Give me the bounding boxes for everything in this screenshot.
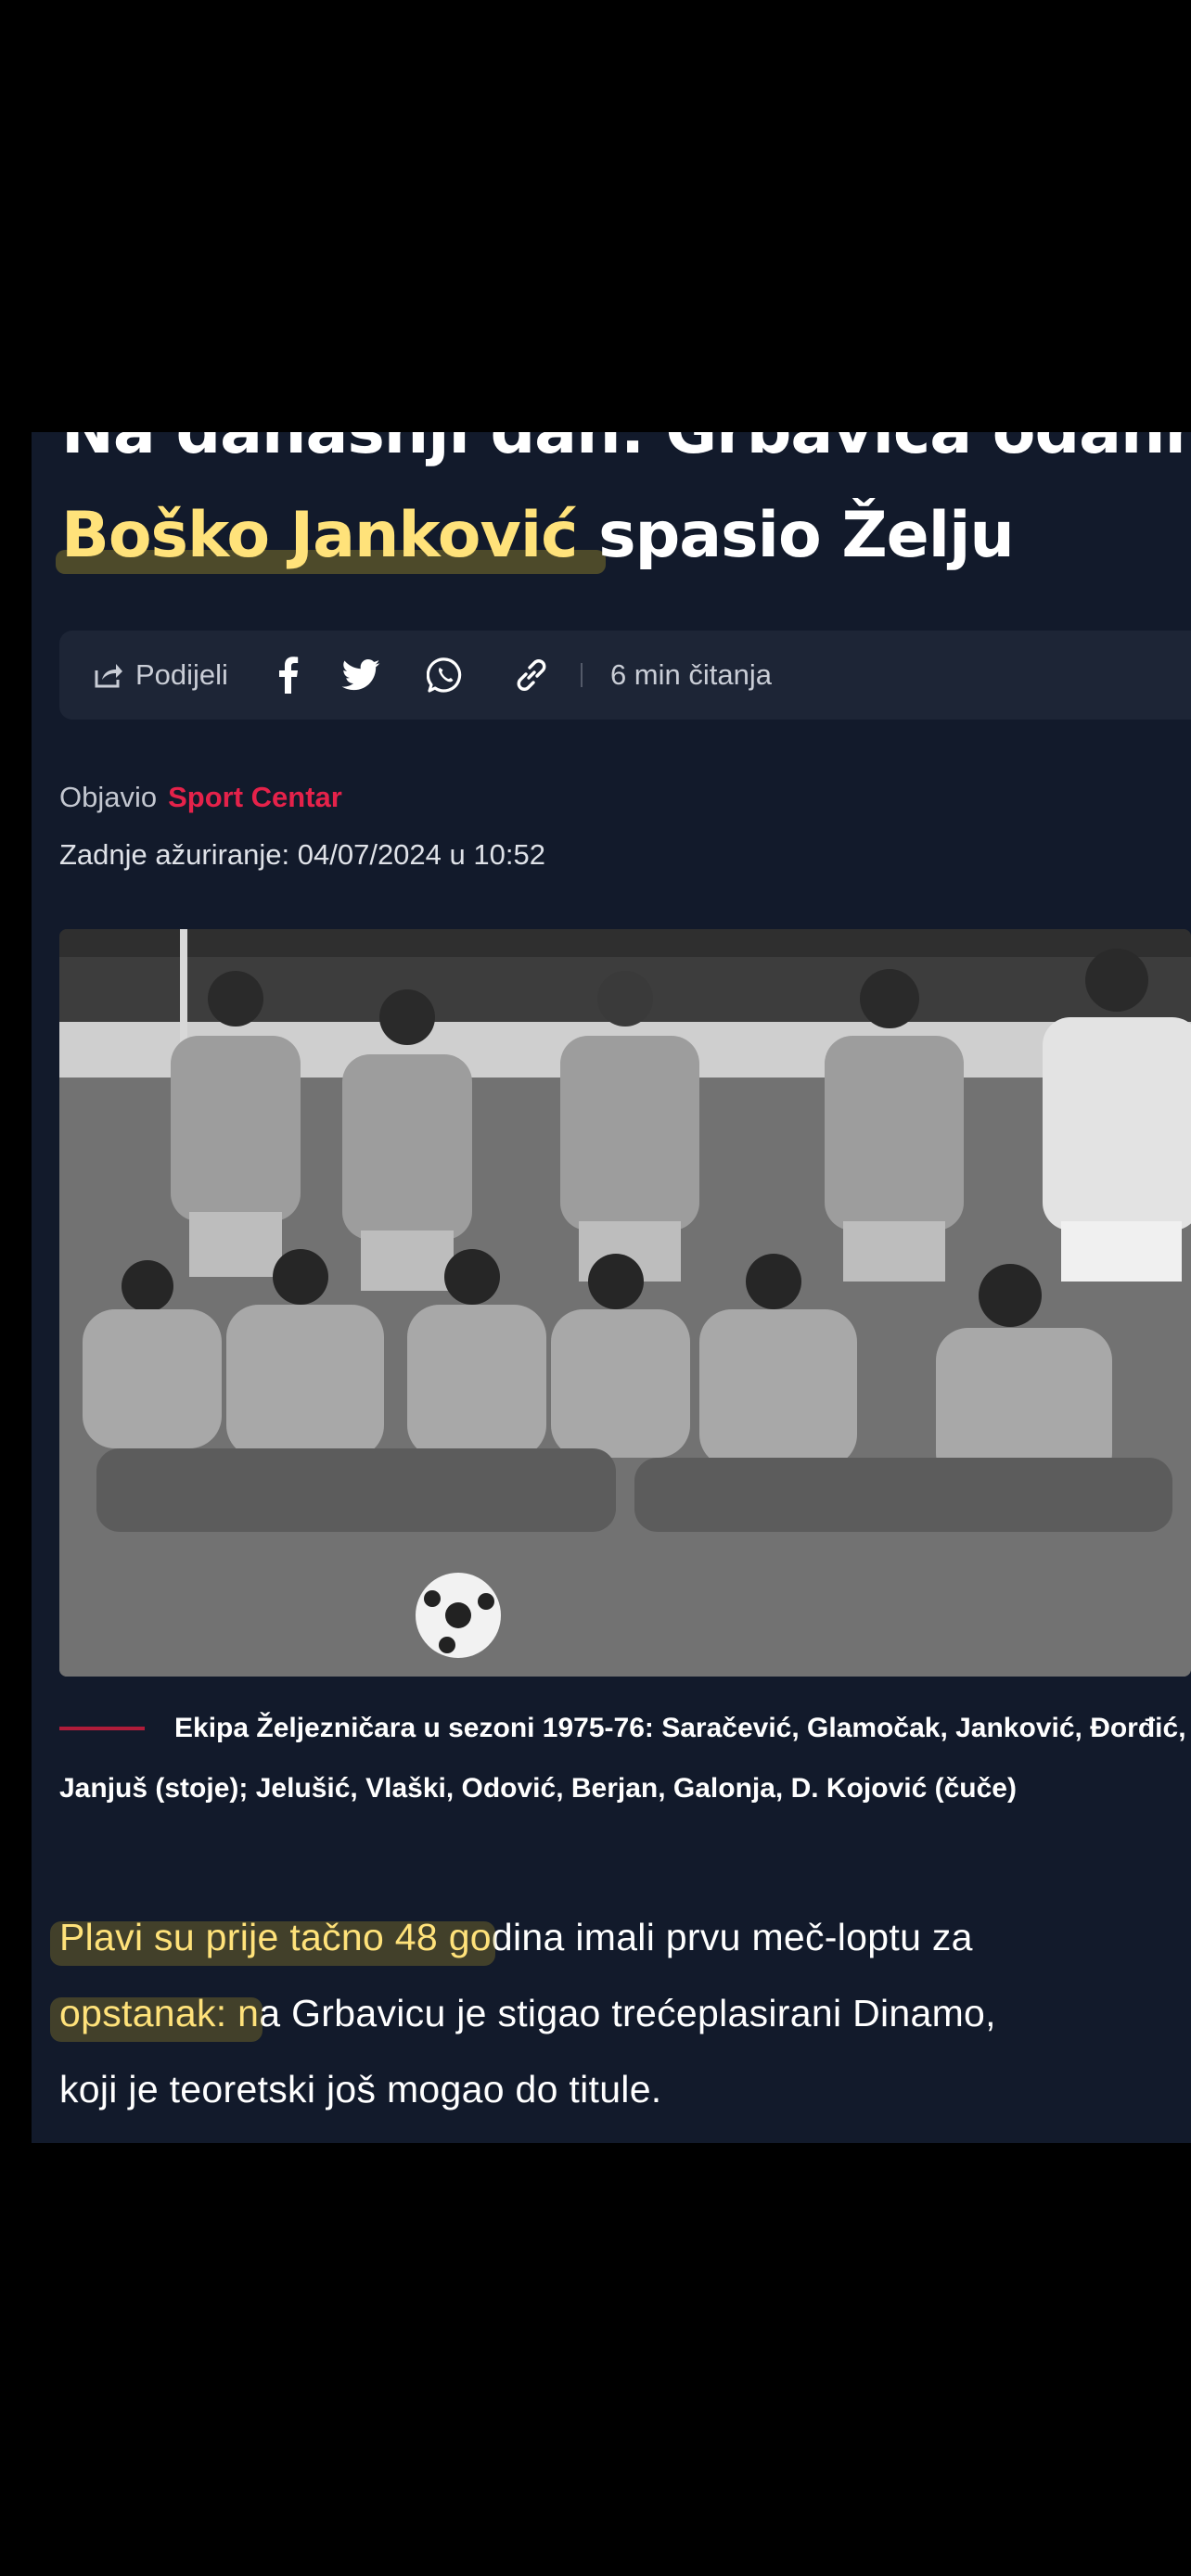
published-by-label: Objavio <box>59 781 158 813</box>
article-title-line2: Boško Janković spasio Želju <box>61 504 1015 567</box>
share-bar: Podijeli 6 min čitanja <box>59 631 1191 720</box>
body-highlight-1: Plavi su prije tačno 48 go <box>59 1916 492 1958</box>
body-paragraph-line3: koji je teoretski još mogao do titule. <box>59 2068 662 2111</box>
body-paragraph-line1: Plavi su prije tačno 48 godina imali prv… <box>59 1916 973 1959</box>
author-link[interactable]: Sport Centar <box>168 781 342 813</box>
bottom-black-area <box>0 2143 1191 2576</box>
twitter-icon[interactable] <box>341 659 380 691</box>
article-view[interactable]: Na današnji dan: Grbavica odahnula, Bošk… <box>32 432 1191 2143</box>
facebook-icon[interactable] <box>278 657 299 694</box>
screenshot-frame: Na današnji dan: Grbavica odahnula, Bošk… <box>0 0 1191 2576</box>
article-title-line1: Na današnji dan: Grbavica odahnula, <box>61 432 1191 468</box>
body-text-1: dina imali prvu meč-loptu za <box>491 1916 973 1958</box>
team-photo[interactable] <box>59 929 1191 1677</box>
caption-accent-line <box>59 1727 145 1730</box>
title-highlight: Boško Janković <box>61 499 599 572</box>
link-icon[interactable] <box>512 656 551 695</box>
share-divider <box>580 663 583 687</box>
top-black-area <box>0 0 1191 432</box>
share-icon <box>93 661 124 689</box>
body-text-2: a Grbavicu je stigao trećeplasirani Dina… <box>259 1992 996 2034</box>
photo-caption-line2: Janjuš (stoje); Jelušić, Vlaški, Odović,… <box>59 1773 1017 1804</box>
photo-caption-line1: Ekipa Željezničara u sezoni 1975-76: Sar… <box>174 1713 1186 1743</box>
read-time: 6 min čitanja <box>609 658 772 691</box>
whatsapp-icon[interactable] <box>426 657 464 694</box>
share-button[interactable]: Podijeli <box>93 658 228 692</box>
body-paragraph-line2: opstanak: na Grbavicu je stigao trećepla… <box>59 1992 996 2035</box>
published-by: Objavio Sport Centar <box>59 781 342 814</box>
body-highlight-2: opstanak: n <box>59 1992 260 2034</box>
last-updated: Zadnje ažuriranje: 04/07/2024 u 10:52 <box>59 838 545 871</box>
title-rest: spasio Želju <box>598 499 1015 572</box>
share-label: Podijeli <box>135 658 228 691</box>
